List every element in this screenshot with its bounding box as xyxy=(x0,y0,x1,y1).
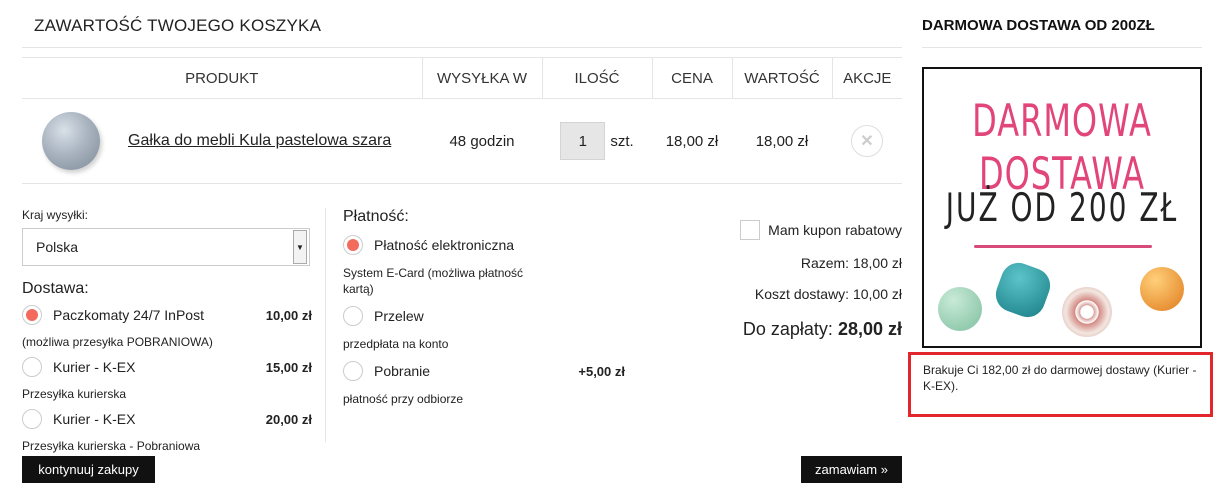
delivery-label: Dostawa: xyxy=(22,280,89,297)
country-select[interactable]: Polska ▼ xyxy=(22,228,310,266)
payment-option-transfer[interactable]: Przelew xyxy=(343,305,625,327)
knob-image xyxy=(938,287,982,331)
table-row: Gałka do mebli Kula pastelowa szara 48 g… xyxy=(22,98,902,184)
free-shipping-info: Brakuje Ci 182,00 zł do darmowej dostawy… xyxy=(908,352,1213,417)
quantity-input[interactable]: 1 xyxy=(560,122,606,160)
cart-header-row: PRODUKT WYSYŁKA W ILOŚĆ CENA WARTOŚĆ AKC… xyxy=(22,57,902,99)
banner-subline: JUŻ OD 200 ZŁ xyxy=(945,184,1179,231)
delivery-price: 15,00 zł xyxy=(265,359,312,375)
payment-name: Pobranie xyxy=(374,363,431,379)
payment-label: Płatność: xyxy=(343,208,409,225)
delivery-desc: (możliwa przesyłka POBRANIOWA) xyxy=(22,335,213,349)
payment-radio-cod[interactable] xyxy=(343,361,363,381)
product-link[interactable]: Gałka do mebli Kula pastelowa szara xyxy=(128,132,391,150)
payment-option-cod[interactable]: Pobranie +5,00 zł xyxy=(343,360,625,382)
coupon-label: Mam kupon rabatowy xyxy=(768,222,902,238)
subtotal: Razem: 18,00 zł xyxy=(800,255,902,271)
delivery-option-kex-cod[interactable]: Kurier - K-EX 20,00 zł xyxy=(22,408,312,430)
column-divider xyxy=(325,208,326,442)
payment-desc: płatność przy odbiorze xyxy=(343,392,464,406)
delivery-desc: Przesyłka kurierska - Pobraniowa xyxy=(22,439,201,453)
payment-desc: System E-Card (możliwa płatność kartą) xyxy=(343,266,524,296)
coupon-toggle[interactable]: Mam kupon rabatowy xyxy=(682,220,902,240)
delivery-option-kex[interactable]: Kurier - K-EX 15,00 zł xyxy=(22,356,312,378)
col-product: PRODUKT xyxy=(22,57,422,99)
delivery-option-inpost[interactable]: Paczkomaty 24/7 InPost 10,00 zł xyxy=(22,304,312,326)
payment-desc: przedpłata na konto xyxy=(343,337,449,351)
free-shipping-banner[interactable]: DARMOWA DOSTAWA JUŻ OD 200 ZŁ xyxy=(922,67,1202,348)
order-summary: Mam kupon rabatowy Razem: 18,00 zł Koszt… xyxy=(682,220,902,340)
cart-table: PRODUKT WYSYŁKA W ILOŚĆ CENA WARTOŚĆ AKC… xyxy=(22,57,902,184)
payment-section: Płatność: Płatność elektroniczna System … xyxy=(343,208,625,407)
banner-underline xyxy=(974,245,1152,248)
delivery-name: Paczkomaty 24/7 InPost xyxy=(53,307,204,323)
col-shipping: WYSYŁKA W xyxy=(421,57,542,99)
country-value: Polska xyxy=(36,239,79,255)
shipping-time: 48 godzin xyxy=(422,98,542,184)
total: Do zapłaty: 28,00 zł xyxy=(682,319,902,340)
payment-name: Przelew xyxy=(374,308,424,324)
total-value: 28,00 zł xyxy=(837,319,902,339)
coupon-checkbox[interactable] xyxy=(740,220,761,240)
product-thumbnail[interactable] xyxy=(42,112,100,170)
cart-title: ZAWARTOŚĆ TWOJEGO KOSZYKA xyxy=(34,16,322,35)
delivery-name: Kurier - K-EX xyxy=(53,359,136,375)
delivery-price: 10,00 zł xyxy=(265,307,312,323)
chevron-down-icon[interactable]: ▼ xyxy=(293,230,307,264)
quantity-cell: 1 szt. xyxy=(542,98,652,184)
payment-radio-electronic[interactable] xyxy=(343,235,363,255)
col-actions: AKCJE xyxy=(831,57,902,99)
knob-image xyxy=(1062,287,1112,337)
delivery-price: 20,00 zł xyxy=(265,411,312,427)
shipping-section: Kraj wysyłki: Polska ▼ Dostawa: Paczkoma… xyxy=(22,208,312,454)
total-label: Do zapłaty: xyxy=(742,319,833,339)
payment-radio-transfer[interactable] xyxy=(343,306,363,326)
payment-price: +5,00 zł xyxy=(578,363,625,379)
col-value: WARTOŚĆ xyxy=(731,57,832,99)
delivery-radio-kex-cod[interactable] xyxy=(22,409,42,429)
remove-icon[interactable]: ✕ xyxy=(851,125,883,157)
delivery-radio-kex[interactable] xyxy=(22,357,42,377)
shipping-cost: Koszt dostawy: 10,00 zł xyxy=(754,286,902,302)
payment-option-electronic[interactable]: Płatność elektroniczna xyxy=(343,234,625,256)
actions-cell: ✕ xyxy=(832,98,902,184)
knob-image xyxy=(1140,267,1184,311)
cart-main: ZAWARTOŚĆ TWOJEGO KOSZYKA PRODUKT WYSYŁK… xyxy=(22,0,902,499)
col-price: CENA xyxy=(651,57,732,99)
price-cell: 18,00 zł xyxy=(652,98,732,184)
order-button[interactable]: zamawiam » xyxy=(801,456,902,483)
title-divider xyxy=(22,47,902,48)
product-cell: Gałka do mebli Kula pastelowa szara xyxy=(22,98,422,184)
delivery-desc: Przesyłka kurierska xyxy=(22,387,127,401)
delivery-radio-inpost[interactable] xyxy=(22,305,42,325)
sidebar-title: DARMOWA DOSTAWA OD 200ZŁ xyxy=(922,17,1155,34)
payment-name: Płatność elektroniczna xyxy=(374,237,515,253)
sidebar-divider xyxy=(922,47,1202,48)
quantity-unit: szt. xyxy=(610,132,634,150)
continue-shopping-button[interactable]: kontynuuj zakupy xyxy=(22,456,155,483)
col-quantity: ILOŚĆ xyxy=(541,57,652,99)
country-label: Kraj wysyłki: xyxy=(22,208,89,222)
knob-image xyxy=(990,257,1056,323)
value-cell: 18,00 zł xyxy=(732,98,832,184)
delivery-name: Kurier - K-EX xyxy=(53,411,136,427)
